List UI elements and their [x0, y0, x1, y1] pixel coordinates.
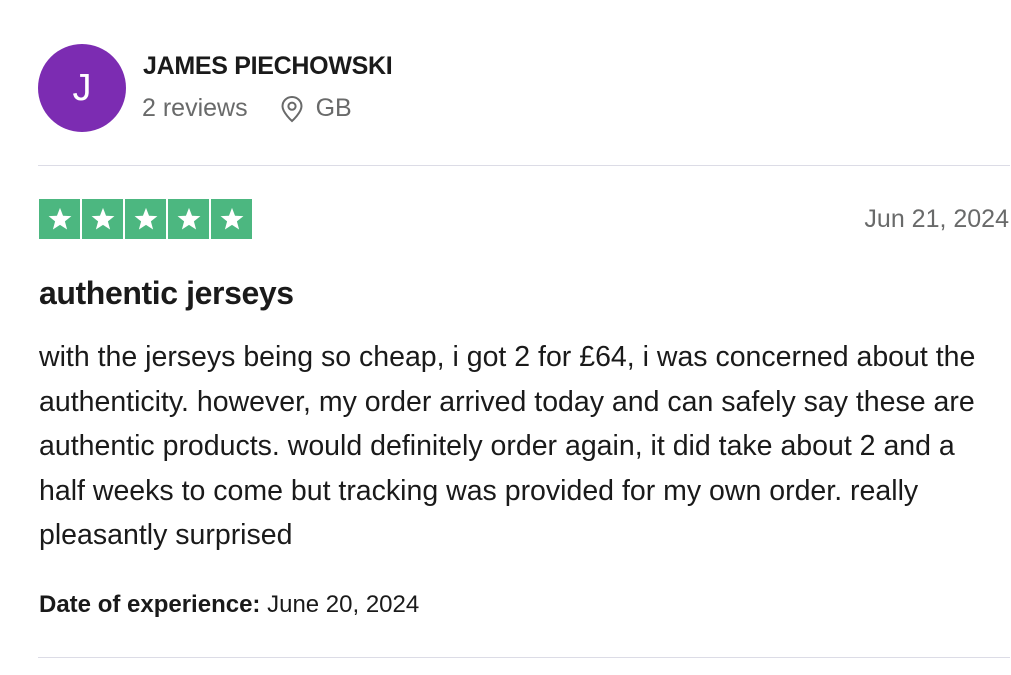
reviewer-meta: 2 reviews GB — [142, 94, 352, 123]
location-icon — [280, 95, 304, 123]
review-body: with the jerseys being so cheap, i got 2… — [39, 341, 976, 551]
reviewer-name[interactable]: JAMES PIECHOWSKI — [143, 52, 393, 81]
header-divider — [38, 165, 1010, 166]
star-icon — [211, 199, 252, 239]
experience-date: June 20, 2024 — [267, 591, 420, 618]
reviewer-avatar[interactable]: J — [38, 44, 126, 132]
reviews-count: 2 reviews — [142, 94, 248, 122]
review-date: Jun 21, 2024 — [864, 205, 1009, 233]
experience-label: Date of experience: — [39, 591, 261, 618]
avatar-initial: J — [72, 66, 92, 109]
star-icon — [39, 199, 80, 239]
star-icon — [125, 199, 166, 239]
date-of-experience: Date of experience: June 20, 2024 — [39, 591, 419, 619]
star-icon — [82, 199, 123, 239]
star-rating — [39, 199, 254, 239]
footer-divider — [38, 657, 1010, 658]
star-icon — [168, 199, 209, 239]
reviewer-country: GB — [315, 94, 352, 122]
review-title[interactable]: authentic jerseys — [39, 275, 294, 312]
